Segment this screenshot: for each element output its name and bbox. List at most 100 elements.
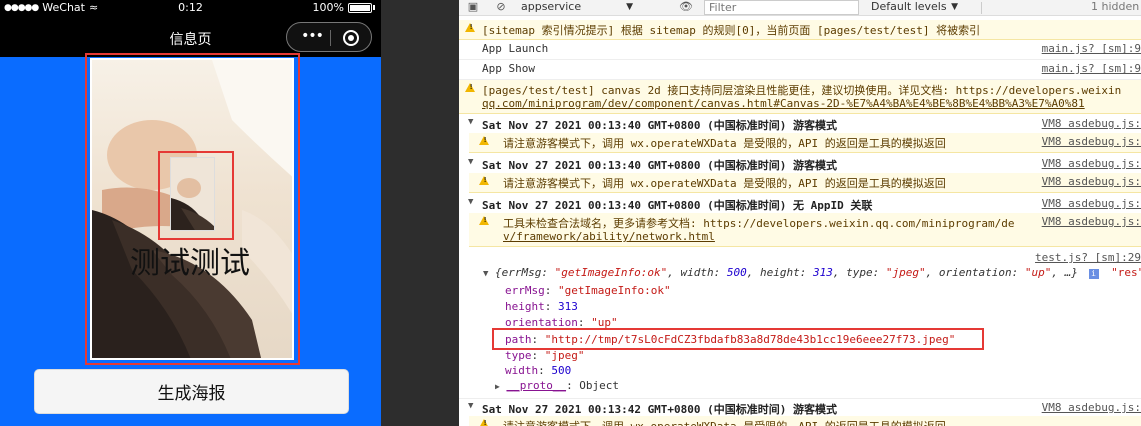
poster-caption: 测试测试 bbox=[130, 246, 250, 281]
capsule-divider bbox=[330, 30, 331, 46]
source-link[interactable]: main.js? [sm]:9 bbox=[1042, 42, 1141, 55]
eye-icon[interactable]: 👁 bbox=[679, 1, 693, 13]
warning-icon bbox=[479, 136, 489, 145]
chevron-down-icon: ▼ bbox=[626, 2, 633, 12]
property-value: 500 bbox=[551, 364, 572, 377]
property-key: type bbox=[505, 349, 532, 362]
warning-icon bbox=[479, 176, 489, 185]
context-selector[interactable]: appservice ▼ bbox=[515, 0, 645, 15]
source-link[interactable]: VM8 asdebug.js: bbox=[1042, 175, 1141, 188]
expand-triangle-icon[interactable]: ▼ bbox=[468, 117, 473, 127]
console-group-header[interactable]: ▼ Sat Nov 27 2021 00:13:42 GMT+0800 (中国标… bbox=[459, 398, 1141, 416]
console-message: 请注意游客模式下，调用 wx.operateWXData 是受限的，API 的返… bbox=[503, 137, 946, 150]
object-orientation-key: , orientation: bbox=[925, 266, 1025, 279]
source-link[interactable]: VM8 asdebug.js: bbox=[1042, 117, 1141, 130]
console-link[interactable]: qq.com/miniprogram/dev/component/canvas.… bbox=[482, 97, 1085, 110]
object-errmsg-value: "getImageInfo:ok" bbox=[554, 266, 668, 279]
console-group-header[interactable]: ▼ Sat Nov 27 2021 00:13:40 GMT+0800 (中国标… bbox=[459, 115, 1141, 133]
console-row-log: App Show main.js? [sm]:9 bbox=[459, 60, 1141, 80]
path-highlight-box bbox=[492, 328, 984, 350]
console-row-warning: [pages/test/test] canvas 2d 接口支持同层渲染且性能更… bbox=[459, 80, 1141, 114]
property-row: height: 313 bbox=[505, 300, 578, 313]
warning-icon bbox=[479, 419, 489, 426]
nav-bar: 信息页 ••• bbox=[0, 17, 381, 57]
console-message: App Show bbox=[482, 62, 535, 75]
console-row-warning: 工具未检查合法域名，更多请参考文档: https://developers.we… bbox=[469, 213, 1141, 247]
property-key: errMsg bbox=[505, 284, 545, 297]
property-value: "getImageInfo:ok" bbox=[558, 284, 671, 297]
property-value: : Object bbox=[566, 379, 620, 392]
object-orientation-value: "up" bbox=[1024, 266, 1052, 279]
more-menu-button[interactable]: ••• bbox=[297, 28, 327, 44]
console-row-warning: [sitemap 索引情况提示] 根据 sitemap 的规则[0]，当前页面 … bbox=[459, 20, 1141, 40]
source-link[interactable]: VM8 asdebug.js: bbox=[1042, 215, 1141, 228]
group-title: Sat Nov 27 2021 00:13:40 GMT+0800 (中国标准时… bbox=[482, 159, 838, 172]
group-title: Sat Nov 27 2021 00:13:42 GMT+0800 (中国标准时… bbox=[482, 403, 838, 416]
source-link[interactable]: VM8 asdebug.js: bbox=[1042, 197, 1141, 210]
object-type-key: , type: bbox=[832, 266, 886, 279]
source-link[interactable]: main.js? [sm]:9 bbox=[1042, 62, 1141, 75]
info-icon: i bbox=[1088, 269, 1099, 279]
property-key: __proto__ bbox=[506, 379, 567, 392]
console-message: [pages/test/test] canvas 2d 接口支持同层渲染且性能更… bbox=[482, 84, 1122, 97]
context-label: appservice bbox=[521, 0, 582, 13]
console-message: [sitemap 索引情况提示] 根据 sitemap 的规则[0]，当前页面 … bbox=[482, 24, 981, 37]
object-label: "res" bbox=[1111, 266, 1141, 279]
source-link[interactable]: VM8 asdebug.js: bbox=[1042, 135, 1141, 148]
console-row-warning: 请注意游客模式下，调用 wx.operateWXData 是受限的，API 的返… bbox=[469, 133, 1141, 153]
console-group-header[interactable]: ▼ Sat Nov 27 2021 00:13:40 GMT+0800 (中国标… bbox=[459, 155, 1141, 173]
filter-input[interactable]: Filter bbox=[704, 0, 859, 15]
phone-simulator: ●●●●● WeChat ≈ 0:12 100% 信息页 ••• 测试测试 生成… bbox=[0, 0, 381, 426]
toolbar-separator bbox=[981, 2, 982, 14]
group-title: Sat Nov 27 2021 00:13:40 GMT+0800 (中国标准时… bbox=[482, 199, 873, 212]
close-miniprogram-button[interactable] bbox=[343, 30, 359, 46]
object-close: , …} bbox=[1051, 266, 1078, 279]
sidebar-toggle-icon[interactable]: ▣ bbox=[467, 1, 479, 13]
clear-console-icon[interactable]: ⊘ bbox=[495, 1, 507, 13]
property-row-proto[interactable]: ▶ __proto__: Object bbox=[495, 379, 619, 392]
hidden-count: 1 hidden bbox=[1091, 0, 1140, 13]
battery-percent: 100% bbox=[312, 1, 344, 14]
source-link[interactable]: VM8 asdebug.js: bbox=[1042, 401, 1141, 414]
console-group-header[interactable]: ▼ Sat Nov 27 2021 00:13:40 GMT+0800 (中国标… bbox=[459, 195, 1141, 213]
console-row-warning: 请注意游客模式下，调用 wx.operateWXData 是受限的，API 的返… bbox=[469, 416, 1141, 426]
property-value: "jpeg" bbox=[544, 349, 585, 362]
console-link[interactable]: v/framework/ability/network.html bbox=[503, 230, 715, 243]
object-height-key: , height: bbox=[746, 266, 813, 279]
console-message: 请注意游客模式下，调用 wx.operateWXData 是受限的，API 的返… bbox=[503, 177, 946, 190]
property-key: height bbox=[505, 300, 545, 313]
expand-triangle-icon[interactable]: ▼ bbox=[468, 401, 473, 411]
console-message: App Launch bbox=[482, 42, 549, 55]
source-link[interactable]: VM8 asdebug.js: bbox=[1042, 157, 1141, 170]
status-right: 100% bbox=[313, 1, 375, 14]
property-key: width bbox=[505, 364, 539, 377]
console-row-log: App Launch main.js? [sm]:9 bbox=[459, 40, 1141, 60]
property-row: type: "jpeg" bbox=[505, 349, 585, 362]
expand-triangle-icon[interactable]: ▶ bbox=[495, 382, 500, 391]
battery-tip bbox=[373, 5, 375, 10]
expand-triangle-icon[interactable]: ▼ bbox=[468, 197, 473, 207]
property-row: width: 500 bbox=[505, 364, 572, 377]
generate-poster-button[interactable]: 生成海报 bbox=[34, 369, 349, 414]
log-levels-dropdown[interactable]: Default levels ▼ bbox=[871, 0, 966, 15]
chevron-down-icon: ▼ bbox=[951, 2, 958, 12]
object-width-key: , width: bbox=[667, 266, 727, 279]
battery-icon bbox=[348, 2, 372, 13]
log-levels-label: Default levels bbox=[871, 0, 947, 13]
expand-triangle-icon[interactable]: ▼ bbox=[483, 269, 488, 279]
panel-divider bbox=[381, 0, 459, 426]
console-message: 请注意游客模式下，调用 wx.operateWXData 是受限的，API 的返… bbox=[503, 418, 946, 426]
source-link[interactable]: test.js? [sm]:29 bbox=[1035, 251, 1141, 264]
thumbnail-image bbox=[170, 157, 215, 231]
expand-triangle-icon[interactable]: ▼ bbox=[468, 157, 473, 167]
console-row-warning: 请注意游客模式下，调用 wx.operateWXData 是受限的，API 的返… bbox=[469, 173, 1141, 193]
console-message: 工具未检查合法域名，更多请参考文档: https://developers.we… bbox=[503, 217, 1015, 230]
object-summary-row[interactable]: ▼ {errMsg: "getImageInfo:ok", width: 500… bbox=[483, 266, 1141, 279]
object-height-value: 313 bbox=[812, 266, 833, 279]
warning-icon bbox=[465, 23, 475, 32]
thumbnail-photo-image bbox=[171, 158, 214, 230]
screenshot-root: ●●●●● WeChat ≈ 0:12 100% 信息页 ••• 测试测试 生成… bbox=[0, 0, 1141, 426]
devtools-console: ▣ ⊘ appservice ▼ 👁 Filter Default levels… bbox=[459, 0, 1141, 426]
group-title: Sat Nov 27 2021 00:13:40 GMT+0800 (中国标准时… bbox=[482, 119, 838, 132]
object-width-value: 500 bbox=[726, 266, 747, 279]
